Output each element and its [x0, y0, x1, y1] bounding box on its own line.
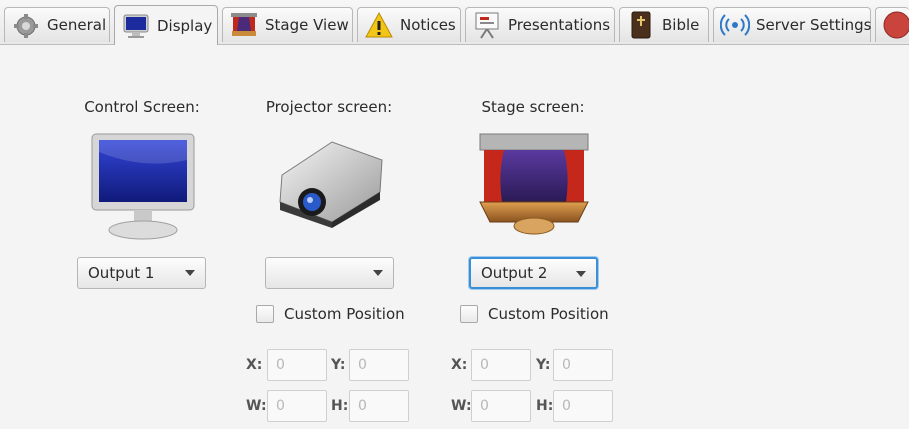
tab-bar: General Display Stage View Notices Prese…: [0, 0, 909, 45]
tab-label: Server Settings: [756, 16, 872, 34]
projector-w-value: 0: [276, 398, 285, 414]
stage-output-value: Output 2: [481, 264, 548, 282]
stage-w-field[interactable]: 0: [471, 390, 531, 422]
projector-custom-position[interactable]: Custom Position: [256, 305, 405, 323]
projector-w-field[interactable]: 0: [267, 390, 327, 422]
projector-screen-label: Projector screen:: [265, 98, 393, 116]
stage-screen-label: Stage screen:: [481, 98, 585, 116]
tab-server-settings[interactable]: Server Settings: [713, 7, 871, 42]
gear-icon: [14, 14, 38, 38]
control-screen-label: Control Screen:: [84, 98, 200, 116]
stage-x-value: 0: [480, 357, 489, 373]
tab-overflow[interactable]: [875, 7, 909, 42]
projector-h-label: H:: [331, 398, 349, 414]
stage-custom-position[interactable]: Custom Position: [460, 305, 609, 323]
stage-icon: [479, 133, 589, 235]
tab-stage-view[interactable]: Stage View: [222, 7, 353, 42]
tab-label: Display: [157, 16, 213, 35]
projector-x-field[interactable]: 0: [267, 349, 327, 381]
stage-x-field[interactable]: 0: [471, 349, 531, 381]
stage-w-label: W:: [451, 398, 472, 414]
chevron-down-icon: [185, 270, 195, 276]
chevron-down-icon: [373, 270, 383, 276]
stage-h-label: H:: [536, 398, 554, 414]
tab-label: Presentations: [508, 16, 611, 34]
stage-h-field[interactable]: 0: [553, 390, 613, 422]
projector-w-label: W:: [246, 398, 267, 414]
tab-display[interactable]: Display: [114, 5, 218, 45]
projector-y-field[interactable]: 0: [349, 349, 409, 381]
red-circle-icon: [883, 11, 909, 39]
projector-custom-position-label: Custom Position: [284, 305, 405, 323]
chevron-down-icon: [576, 271, 586, 277]
tab-label: Notices: [400, 16, 456, 34]
projector-x-value: 0: [276, 357, 285, 373]
monitor-icon: [123, 14, 149, 38]
control-output-select[interactable]: Output 1: [77, 257, 206, 289]
stage-y-label: Y:: [536, 357, 551, 373]
tab-label: General: [47, 16, 107, 34]
stage-output-select[interactable]: Output 2: [469, 257, 598, 289]
projector-y-value: 0: [358, 357, 367, 373]
tab-presentations[interactable]: Presentations: [465, 7, 615, 42]
tab-label: Stage View: [265, 16, 349, 34]
tab-general[interactable]: General: [4, 7, 110, 42]
wireless-icon: [720, 14, 750, 36]
projector-y-label: Y:: [331, 357, 346, 373]
tab-bible[interactable]: Bible: [619, 7, 709, 42]
control-output-value: Output 1: [88, 264, 155, 282]
tab-notices[interactable]: Notices: [357, 7, 461, 42]
projector-h-value: 0: [358, 398, 367, 414]
projector-icon: [279, 141, 383, 228]
stage-w-value: 0: [480, 398, 489, 414]
stage-x-label: X:: [451, 357, 468, 373]
projector-output-select[interactable]: [265, 257, 394, 289]
stage-custom-position-checkbox[interactable]: [460, 305, 478, 323]
projector-x-label: X:: [246, 357, 263, 373]
stage-y-value: 0: [562, 357, 571, 373]
stage-icon: [231, 13, 257, 36]
presentation-board-icon: [475, 12, 499, 39]
warning-icon: [365, 11, 393, 38]
stage-custom-position-label: Custom Position: [488, 305, 609, 323]
projector-h-field[interactable]: 0: [349, 390, 409, 422]
bible-icon: [631, 11, 651, 39]
stage-y-field[interactable]: 0: [553, 349, 613, 381]
stage-h-value: 0: [562, 398, 571, 414]
projector-custom-position-checkbox[interactable]: [256, 305, 274, 323]
tab-label: Bible: [662, 16, 700, 34]
monitor-icon: [91, 133, 195, 240]
